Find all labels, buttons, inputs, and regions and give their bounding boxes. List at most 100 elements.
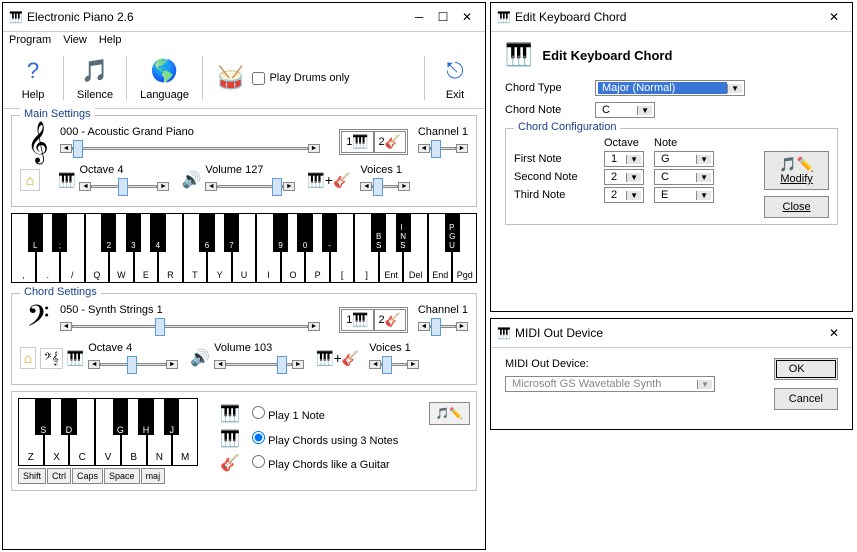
black-key[interactable]: 7 xyxy=(224,213,239,252)
black-key[interactable]: 6 xyxy=(199,213,214,252)
piano-icon: 🎹 xyxy=(505,42,532,68)
chord-settings-title: Chord Settings xyxy=(20,286,101,298)
tab-2[interactable]: 2🎸 xyxy=(374,309,406,331)
instrument-name: 000 - Acoustic Grand Piano xyxy=(60,126,335,138)
minimize-button[interactable]: ─ xyxy=(407,7,431,27)
chord-type-label: Chord Type xyxy=(505,82,585,94)
help-button[interactable]: ? Help xyxy=(9,52,57,104)
ok-button[interactable]: OK xyxy=(774,358,838,380)
chevron-down-icon: ▼ xyxy=(626,173,641,182)
black-key[interactable]: BS xyxy=(371,213,386,252)
chord-note-select[interactable]: C ▼ xyxy=(595,102,655,118)
tab-1[interactable]: 1🎹 xyxy=(341,309,373,331)
black-key[interactable]: 3 xyxy=(126,213,141,252)
chord-volume-slider[interactable] xyxy=(226,363,292,366)
black-key[interactable]: D xyxy=(61,398,76,435)
black-key[interactable]: 4 xyxy=(150,213,165,252)
tab-1[interactable]: 1🎹 xyxy=(341,131,373,153)
mod-shift[interactable]: Shift xyxy=(18,468,46,484)
home-button[interactable]: ⌂ xyxy=(20,169,40,191)
chord-voices-slider[interactable] xyxy=(381,363,407,366)
black-key[interactable]: G xyxy=(113,398,128,435)
language-button[interactable]: 🌎 Language xyxy=(133,52,196,104)
midi-window-title: MIDI Out Device xyxy=(515,326,822,340)
bass-clef-icon: 𝄢 xyxy=(20,302,56,338)
divider xyxy=(424,56,425,100)
mod-maj[interactable]: maj xyxy=(141,468,166,484)
instrument-slider[interactable] xyxy=(72,147,308,150)
menu-view[interactable]: View xyxy=(63,34,87,46)
black-key[interactable]: S xyxy=(35,398,50,435)
octave-select[interactable]: 1▼ xyxy=(604,151,644,167)
midi-device-select[interactable]: Microsoft GS Wavetable Synth ▼ xyxy=(505,376,715,392)
edit-chord-button[interactable]: 🎵✏️ xyxy=(429,402,470,425)
home-button[interactable]: ⌂ xyxy=(20,347,36,369)
play-drums-only-checkbox[interactable]: Play Drums only xyxy=(252,72,349,85)
octave-slider[interactable] xyxy=(91,185,157,188)
chord-type-select[interactable]: Major (Normal) ▼ xyxy=(595,80,745,96)
play-1-note-radio[interactable]: Play 1 Note xyxy=(252,406,325,422)
black-key[interactable]: 9 xyxy=(273,213,288,252)
slider-left[interactable]: ◄ xyxy=(60,144,72,153)
black-key[interactable]: J xyxy=(164,398,179,435)
clef-toggle-button[interactable]: 𝄢𝄞 xyxy=(40,348,63,369)
black-key[interactable]: ; xyxy=(52,213,67,252)
piano-mini-icon: 🎹 xyxy=(67,350,84,367)
chevron-down-icon: ▼ xyxy=(696,173,711,182)
slider-right[interactable]: ► xyxy=(308,144,320,153)
black-key[interactable]: H xyxy=(138,398,153,435)
play-3-notes-radio[interactable]: Play Chords using 3 Notes xyxy=(252,431,398,447)
guitar-icon: 🎸 xyxy=(385,134,401,150)
black-key[interactable]: - xyxy=(322,213,337,252)
octave-select[interactable]: 2▼ xyxy=(604,169,644,185)
modify-button[interactable]: 🎵✏️ Modify xyxy=(764,151,829,190)
chord-instrument-tabs: 1🎹 2🎸 xyxy=(339,307,408,333)
main-keyboard[interactable]: ,./QWERTYUIOP[]EntDelEndPgdL;2346790-BSI… xyxy=(11,213,477,283)
mod-ctrl[interactable]: Ctrl xyxy=(47,468,71,484)
exit-icon: ⎋ xyxy=(439,55,471,87)
piano-icon: 🎹 xyxy=(352,312,368,328)
note-select[interactable]: E▼ xyxy=(654,187,714,203)
app-icon: 🎹 xyxy=(497,326,511,340)
chord-channel-label: Channel 1 xyxy=(418,304,468,316)
midi-titlebar: 🎹 MIDI Out Device ✕ xyxy=(491,319,852,348)
cancel-button[interactable]: Cancel xyxy=(774,388,838,410)
octave-select[interactable]: 2▼ xyxy=(604,187,644,203)
exit-button[interactable]: ⎋ Exit xyxy=(431,52,479,104)
voices-label: Voices 1 xyxy=(360,164,410,176)
chord-channel-slider[interactable] xyxy=(430,325,456,328)
silence-button[interactable]: 🎵 Silence xyxy=(70,52,120,104)
tab-2[interactable]: 2🎸 xyxy=(374,131,406,153)
toolbar: ? Help 🎵 Silence 🌎 Language 🥁 Play Drums… xyxy=(3,48,485,109)
black-key[interactable]: 0 xyxy=(297,213,312,252)
close-dlg-button[interactable]: Close xyxy=(764,196,829,218)
black-key[interactable]: INS xyxy=(396,213,411,252)
mod-caps[interactable]: Caps xyxy=(72,468,103,484)
edit-chord-titlebar: 🎹 Edit Keyboard Chord ✕ xyxy=(491,3,852,32)
black-key[interactable]: L xyxy=(28,213,43,252)
chord-instrument-slider[interactable] xyxy=(72,325,308,328)
chord-note-label: Chord Note xyxy=(505,104,585,116)
close-button[interactable]: ✕ xyxy=(455,7,479,27)
close-button[interactable]: ✕ xyxy=(822,323,846,343)
channel-slider[interactable] xyxy=(430,147,456,150)
speaker-icon: 🔊 xyxy=(181,170,201,190)
close-button[interactable]: ✕ xyxy=(822,7,846,27)
volume-label: Volume 127 xyxy=(205,164,295,176)
voices-slider[interactable] xyxy=(372,185,398,188)
mod-space[interactable]: Space xyxy=(104,468,140,484)
app-icon: 🎹 xyxy=(497,10,511,24)
chord-keyboard[interactable]: ZXCVBNMSDGHJ xyxy=(18,398,198,466)
chord-octave-label: Octave 4 xyxy=(88,342,178,354)
chord-octave-slider[interactable] xyxy=(100,363,166,366)
note-select[interactable]: G▼ xyxy=(654,151,714,167)
main-settings-title: Main Settings xyxy=(20,108,95,120)
black-key[interactable]: 2 xyxy=(101,213,116,252)
menu-help[interactable]: Help xyxy=(99,34,122,46)
volume-slider[interactable] xyxy=(217,185,283,188)
note-select[interactable]: C▼ xyxy=(654,169,714,185)
menu-program[interactable]: Program xyxy=(9,34,51,46)
maximize-button[interactable]: ☐ xyxy=(431,7,455,27)
play-guitar-radio[interactable]: Play Chords like a Guitar xyxy=(252,455,390,471)
black-key[interactable]: PGU xyxy=(445,213,460,252)
